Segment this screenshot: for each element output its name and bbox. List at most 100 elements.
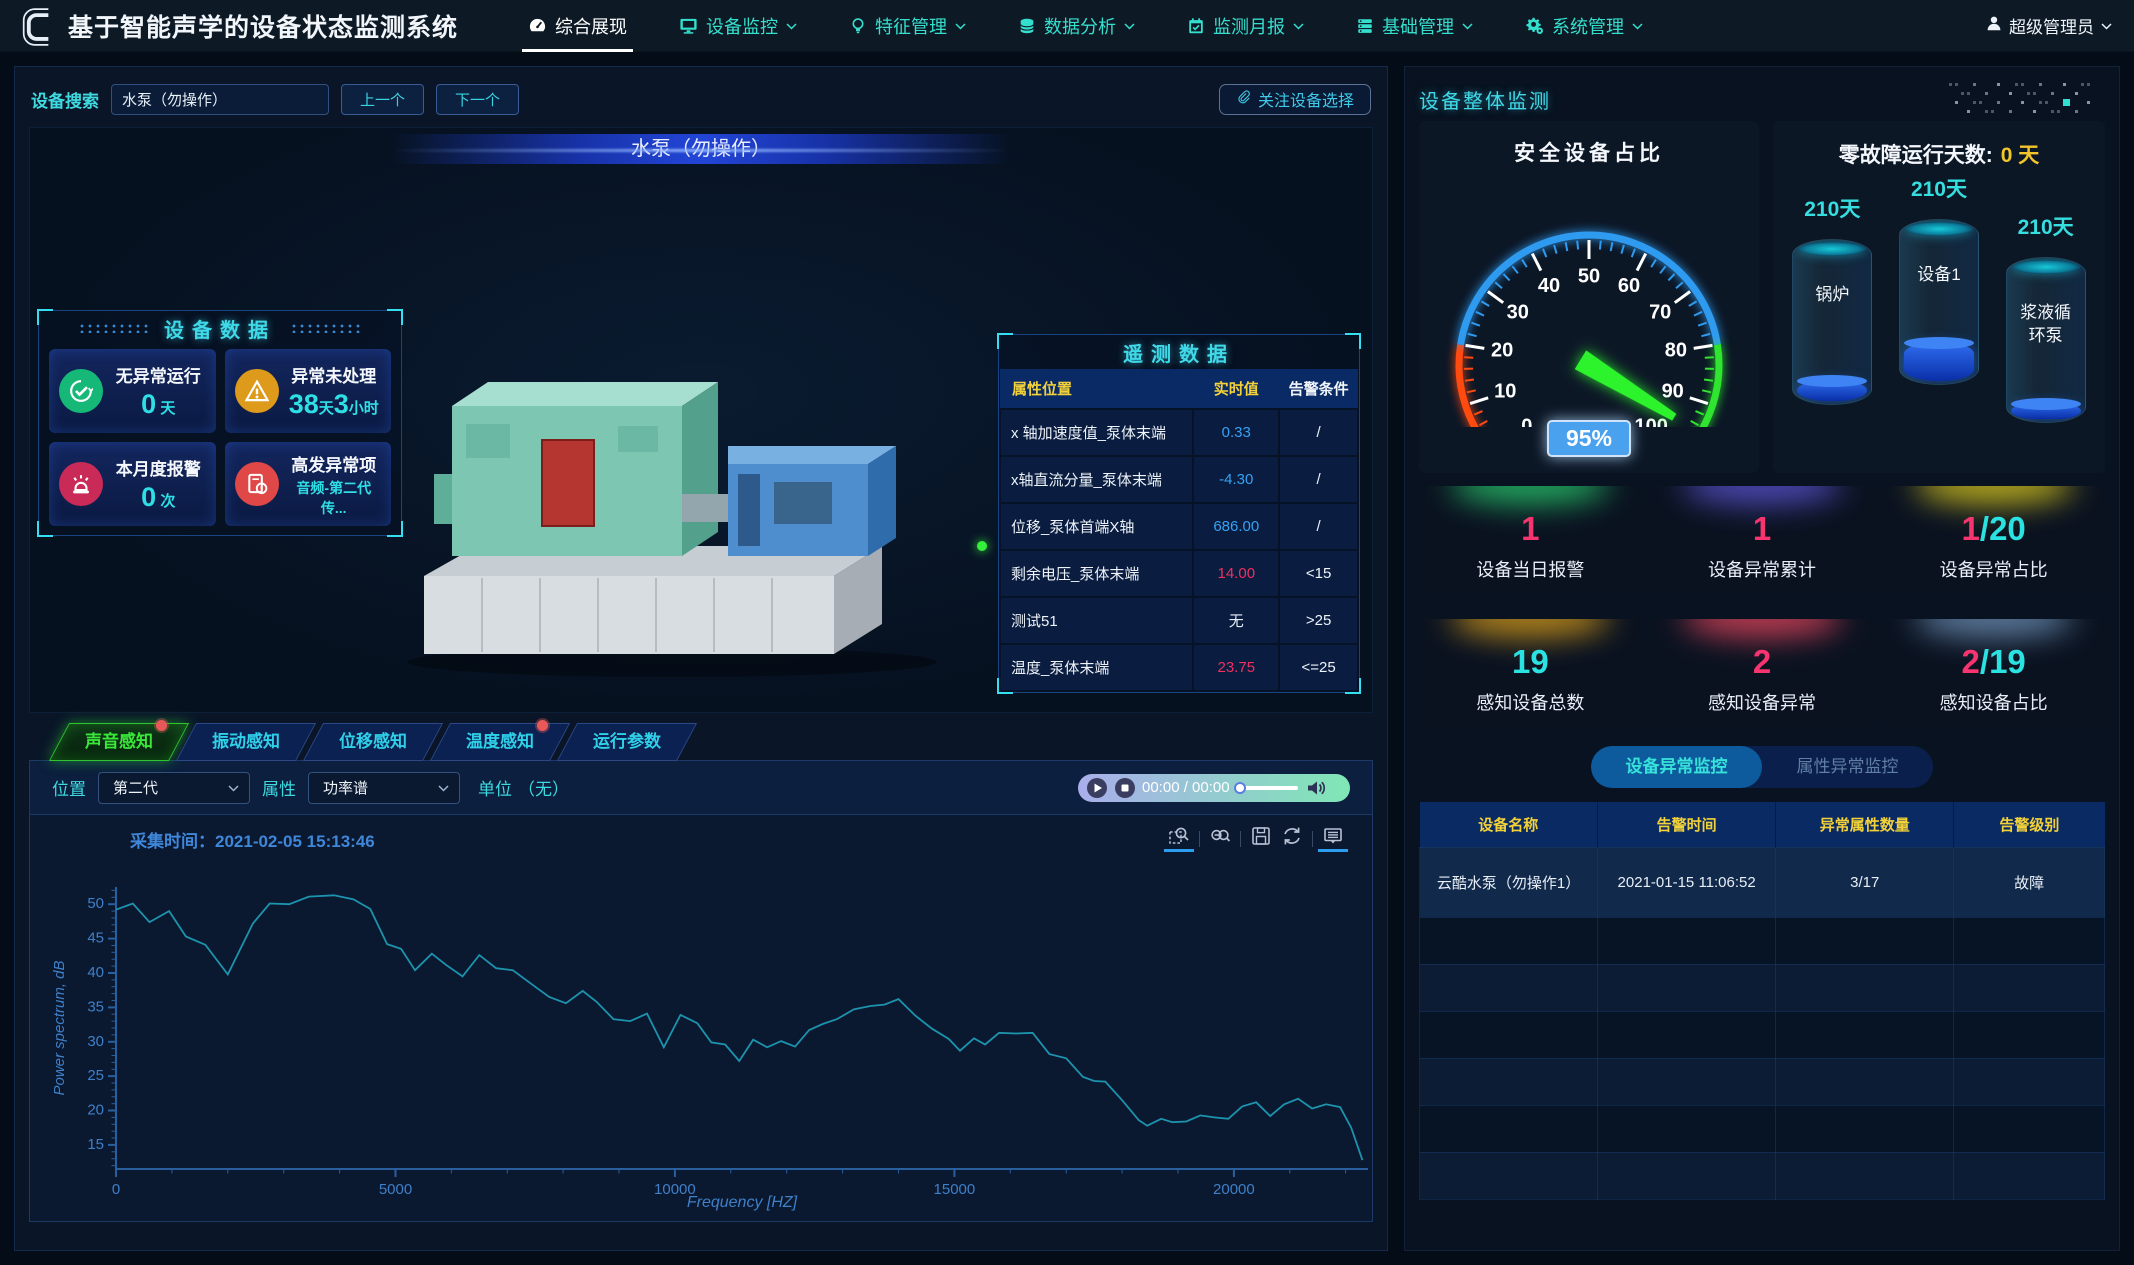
position-select[interactable]: 第二代 [98, 772, 250, 804]
chevron-down-icon [2101, 23, 2112, 30]
volume-icon[interactable] [1306, 779, 1327, 797]
sense-tab-运行参数[interactable]: 运行参数 [557, 723, 697, 761]
right-panel: 设备整体监测 安全设备占比 0102030405060708090100 95%… [1404, 66, 2120, 1251]
empty-row [1420, 1058, 2105, 1105]
device-data-card: 高发异常项音频-第二代传... [225, 442, 392, 526]
slider-thumb[interactable] [1234, 782, 1246, 794]
telemetry-panel: 遥测数据 属性位置实时值告警条件x 轴加速度值_泵体末端0.33/x轴直流分量_… [998, 334, 1360, 693]
device-data-card: 无异常运行0 天 [49, 349, 216, 433]
svg-text:45: 45 [87, 930, 104, 947]
3d-viewer[interactable]: 水泵（勿操作） [29, 127, 1373, 713]
next-device-button[interactable]: 下一个 [436, 84, 519, 115]
stats-grid: 1设备当日报警1设备异常累计1/20设备异常占比19感知设备总数2感知设备异常2… [1419, 486, 2105, 726]
toolbox-separator [1240, 831, 1241, 847]
alarm-row: 云酷水泵（勿操作1）2021-01-15 11:06:523/17故障 [1420, 847, 2105, 917]
tank-name: 锅炉 [1799, 284, 1865, 307]
zoom-back-icon[interactable] [1209, 825, 1231, 852]
warning-icon [235, 369, 279, 413]
svg-text:60: 60 [1618, 275, 1640, 297]
nav-item-bulb[interactable]: 特征管理 [849, 0, 966, 52]
sense-tab-声音感知[interactable]: 声音感知 [49, 723, 189, 761]
svg-text:Frequency [HZ]: Frequency [HZ] [687, 1194, 798, 1211]
nav-item-server[interactable]: 基础管理 [1356, 0, 1473, 52]
device-data-panel: 设备数据 无异常运行0 天异常未处理38天3小时本月度报警0 次高发异常项音频-… [38, 310, 402, 536]
app-header: 基于智能声学的设备状态监测系统 综合展现设备监控特征管理数据分析监测月报基础管理… [0, 0, 2134, 52]
seek-slider[interactable] [1236, 786, 1298, 790]
telemetry-col-header: 属性位置 [1000, 369, 1193, 409]
svg-text:15: 15 [87, 1136, 104, 1153]
focus-device-select-button[interactable]: 关注设备选择 [1219, 84, 1371, 115]
tank-rim [2012, 260, 2080, 274]
attribute-select[interactable]: 功率谱 [308, 772, 460, 804]
monitor-tab-属性异常监控[interactable]: 属性异常监控 [1762, 746, 1933, 788]
svg-text:5000: 5000 [379, 1181, 412, 1198]
telemetry-table: 属性位置实时值告警条件x 轴加速度值_泵体末端0.33/x轴直流分量_泵体末端-… [999, 369, 1359, 692]
overall-monitor-title: 设备整体监测 [1419, 85, 1551, 114]
alarm-table: 设备名称告警时间异常属性数量告警级别云酷水泵（勿操作1）2021-01-15 1… [1419, 802, 2105, 1200]
stat-value: 1 [1419, 510, 1642, 548]
safe-device-gauge-card: 安全设备占比 0102030405060708090100 95% [1419, 121, 1759, 473]
nav-item-database[interactable]: 数据分析 [1018, 0, 1135, 52]
sense-tab-温度感知[interactable]: 温度感知 [430, 723, 570, 761]
svg-text:Power spectrum, dB: Power spectrum, dB [51, 960, 68, 1095]
viewer-device-title: 水泵（勿操作） [391, 134, 1011, 164]
tank-锅炉: 210天锅炉 [1780, 169, 1884, 423]
tank-liquid [1904, 342, 1974, 381]
tank-设备1: 210天设备1 [1887, 169, 1991, 423]
stat-label: 感知设备总数 [1419, 689, 1642, 715]
svg-text:35: 35 [87, 998, 104, 1015]
user-menu[interactable]: 超级管理员 [1986, 13, 2112, 38]
bulb-icon [849, 17, 867, 35]
dashboard-icon [528, 16, 547, 35]
device-search-input[interactable] [111, 84, 329, 115]
chart-toolbox [1168, 825, 1344, 852]
sense-tab-位移感知[interactable]: 位移感知 [303, 723, 443, 761]
chevron-down-icon [228, 785, 239, 792]
telemetry-title: 遥测数据 [999, 335, 1359, 369]
svg-text:40: 40 [87, 964, 104, 981]
data-view-icon[interactable] [1322, 825, 1344, 852]
restore-icon[interactable] [1281, 825, 1303, 852]
zero-fault-tanks-card: 零故障运行天数:0 天 210天锅炉210天设备1210天浆液循环泵 [1773, 121, 2105, 473]
device-data-title: 设备数据 [39, 311, 401, 345]
monitor-tab-设备异常监控[interactable]: 设备异常监控 [1591, 746, 1762, 788]
machine-3d-model [382, 246, 1022, 686]
search-label: 设备搜索 [31, 87, 99, 112]
power-spectrum-chart[interactable]: 050001000015000200001520253035404550Freq… [48, 875, 1378, 1215]
alarm-col-header: 设备名称 [1420, 802, 1598, 847]
area-zoom-icon[interactable] [1168, 825, 1190, 852]
stat-tile-设备当日报警: 1设备当日报警 [1419, 486, 1642, 593]
telemetry-row: 测试51无>25 [1000, 597, 1358, 644]
nav-item-monitor[interactable]: 设备监控 [679, 0, 797, 52]
save-image-icon[interactable] [1250, 825, 1272, 852]
stat-value: 1 [1651, 510, 1874, 548]
svg-text:80: 80 [1665, 339, 1687, 361]
sense-tab-振动感知[interactable]: 振动感知 [176, 723, 316, 761]
paperclip-icon [1236, 89, 1251, 109]
gauge-chart: 0102030405060708090100 [1419, 169, 1759, 427]
nav-item-calendar[interactable]: 监测月报 [1187, 0, 1304, 52]
empty-row [1420, 1105, 2105, 1152]
chevron-down-icon [786, 23, 797, 30]
alarm-col-header: 异常属性数量 [1776, 802, 1954, 847]
monitor-icon [679, 16, 698, 35]
telemetry-row: 位移_泵体首端X轴686.00/ [1000, 503, 1358, 550]
unit-label: 单位 （无） [478, 775, 569, 800]
device-data-card: 本月度报警0 次 [49, 442, 216, 526]
alarm-col-header: 告警时间 [1598, 802, 1776, 847]
telemetry-col-header: 实时值 [1193, 369, 1279, 409]
stop-button[interactable] [1114, 777, 1136, 799]
nav-item-gears[interactable]: 系统管理 [1525, 0, 1643, 52]
nav-item-dashboard[interactable]: 综合展现 [528, 0, 627, 52]
telemetry-row: x轴直流分量_泵体末端-4.30/ [1000, 456, 1358, 503]
telemetry-row: 温度_泵体末端23.75<=25 [1000, 644, 1358, 691]
alert-badge [156, 720, 167, 731]
play-button[interactable] [1086, 777, 1108, 799]
svg-text:0: 0 [112, 1181, 120, 1198]
previous-device-button[interactable]: 上一个 [341, 84, 424, 115]
svg-text:15000: 15000 [934, 1181, 976, 1198]
svg-text:20000: 20000 [1213, 1181, 1255, 1198]
stat-tile-设备异常占比: 1/20设备异常占比 [1882, 486, 2105, 593]
svg-text:30: 30 [1507, 302, 1529, 324]
device-search-bar: 设备搜索 上一个 下一个 关注设备选择 [31, 79, 1371, 119]
